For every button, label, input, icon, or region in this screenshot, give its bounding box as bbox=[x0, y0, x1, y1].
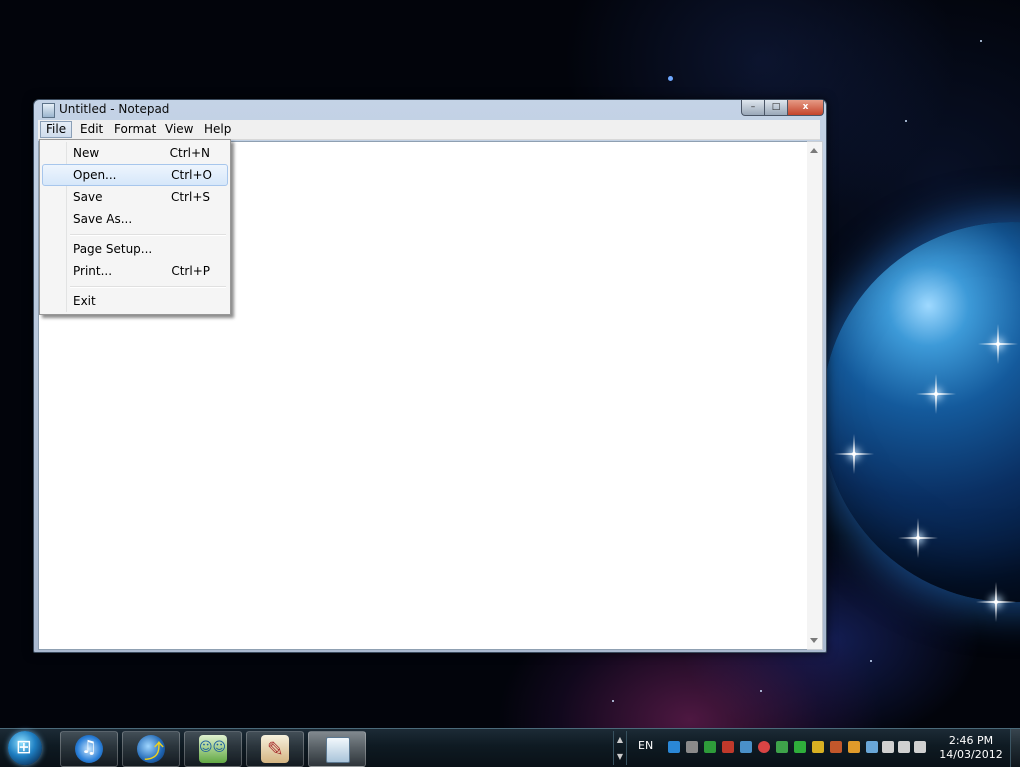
warning-icon[interactable] bbox=[848, 741, 860, 753]
taskbar-paint[interactable] bbox=[246, 731, 304, 767]
scroll-up-icon[interactable] bbox=[810, 148, 818, 153]
record-icon[interactable] bbox=[758, 741, 770, 753]
clock-date: 14/03/2012 bbox=[939, 748, 1003, 761]
menu-item-shortcut: Ctrl+S bbox=[170, 190, 210, 204]
system-clock[interactable]: 2:46 PM 14/03/2012 bbox=[936, 734, 1006, 762]
teamviewer-icon[interactable] bbox=[668, 741, 680, 753]
globe-download-icon bbox=[137, 735, 165, 764]
menu-item-page-setup[interactable]: Page Setup... bbox=[42, 238, 226, 260]
start-button[interactable] bbox=[8, 731, 42, 765]
star bbox=[668, 76, 673, 81]
minimize-button[interactable]: – bbox=[741, 100, 765, 116]
star bbox=[905, 120, 907, 122]
menu-item-new[interactable]: New Ctrl+N bbox=[42, 142, 226, 164]
network-status-icon[interactable] bbox=[914, 741, 926, 753]
menu-item-save[interactable]: Save Ctrl+S bbox=[42, 186, 226, 208]
taskbar-notepad[interactable] bbox=[308, 731, 366, 767]
messenger-icon bbox=[199, 735, 227, 763]
desktop-background: Untitled - Notepad – □ x File Edit Forma… bbox=[0, 0, 1020, 728]
star-flare bbox=[834, 434, 874, 474]
star bbox=[870, 660, 872, 662]
taskbar-globe-download[interactable] bbox=[122, 731, 180, 767]
close-button[interactable]: x bbox=[787, 100, 824, 116]
star bbox=[760, 690, 762, 692]
tools-icon[interactable] bbox=[830, 741, 842, 753]
taskbar-messenger[interactable] bbox=[184, 731, 242, 767]
action-center-flag-icon[interactable] bbox=[882, 741, 894, 753]
menu-item-shortcut: Ctrl+O bbox=[171, 168, 212, 182]
bluetooth-icon[interactable] bbox=[866, 741, 878, 753]
security-icon[interactable] bbox=[722, 741, 734, 753]
menu-item-label: Save bbox=[73, 190, 103, 204]
maximize-button[interactable]: □ bbox=[764, 100, 788, 116]
network-icon[interactable] bbox=[740, 741, 752, 753]
notepad-icon bbox=[326, 737, 350, 763]
menu-file[interactable]: File bbox=[40, 121, 73, 138]
paint-icon bbox=[261, 735, 289, 763]
menu-item-label: Page Setup... bbox=[73, 242, 153, 256]
menu-separator bbox=[70, 234, 226, 236]
notepad-icon bbox=[42, 103, 55, 118]
show-desktop-button[interactable] bbox=[1010, 729, 1020, 767]
file-dropdown-menu: New Ctrl+N Open... Ctrl+O Save Ctrl+S Sa… bbox=[39, 139, 231, 315]
scroll-down-icon[interactable] bbox=[810, 638, 818, 643]
menu-item-shortcut: Ctrl+N bbox=[169, 146, 210, 160]
checkmark-icon[interactable] bbox=[794, 741, 806, 753]
star-flare bbox=[898, 518, 938, 558]
taskbar-itunes[interactable] bbox=[60, 731, 118, 767]
menu-item-open[interactable]: Open... Ctrl+O bbox=[42, 164, 228, 186]
itunes-icon bbox=[75, 735, 103, 763]
menu-bar: File Edit Format View Help bbox=[38, 120, 820, 140]
taskbar: ▲▼ EN 2:46 PM 14/03/2012 bbox=[0, 728, 1020, 767]
menu-item-label: Print... bbox=[73, 264, 113, 278]
menu-item-exit[interactable]: Exit bbox=[42, 290, 226, 312]
menu-view[interactable]: View bbox=[160, 121, 198, 138]
menu-help[interactable]: Help bbox=[199, 121, 236, 138]
menu-item-label: Open... bbox=[73, 168, 117, 182]
vertical-scrollbar[interactable] bbox=[807, 141, 823, 650]
menu-edit[interactable]: Edit bbox=[75, 121, 108, 138]
star-flare bbox=[976, 582, 1016, 622]
menu-format[interactable]: Format bbox=[109, 121, 161, 138]
usb-device-icon[interactable] bbox=[686, 741, 698, 753]
download-icon[interactable] bbox=[812, 741, 824, 753]
menu-item-label: New bbox=[73, 146, 100, 160]
monitor-icon[interactable] bbox=[704, 741, 716, 753]
tray-overflow-button[interactable]: ▲ ▼ bbox=[613, 731, 627, 765]
menu-item-print[interactable]: Print... Ctrl+P bbox=[42, 260, 226, 282]
menu-item-label: Save As... bbox=[73, 212, 133, 226]
title-bar[interactable]: Untitled - Notepad – □ x bbox=[34, 100, 826, 119]
menu-item-label: Exit bbox=[73, 294, 96, 308]
clock-time: 2:46 PM bbox=[948, 734, 994, 747]
star bbox=[980, 40, 982, 42]
star-flare bbox=[978, 324, 1018, 364]
star bbox=[612, 700, 614, 702]
menu-item-save-as[interactable]: Save As... bbox=[42, 208, 226, 230]
planet bbox=[822, 222, 1020, 602]
star-flare bbox=[916, 374, 956, 414]
window-title: Untitled - Notepad bbox=[59, 102, 170, 116]
menu-item-shortcut: Ctrl+P bbox=[171, 264, 210, 278]
nvidia-icon[interactable] bbox=[776, 741, 788, 753]
language-indicator[interactable]: EN bbox=[638, 739, 653, 752]
volume-icon[interactable] bbox=[898, 741, 910, 753]
menu-separator bbox=[70, 286, 226, 288]
